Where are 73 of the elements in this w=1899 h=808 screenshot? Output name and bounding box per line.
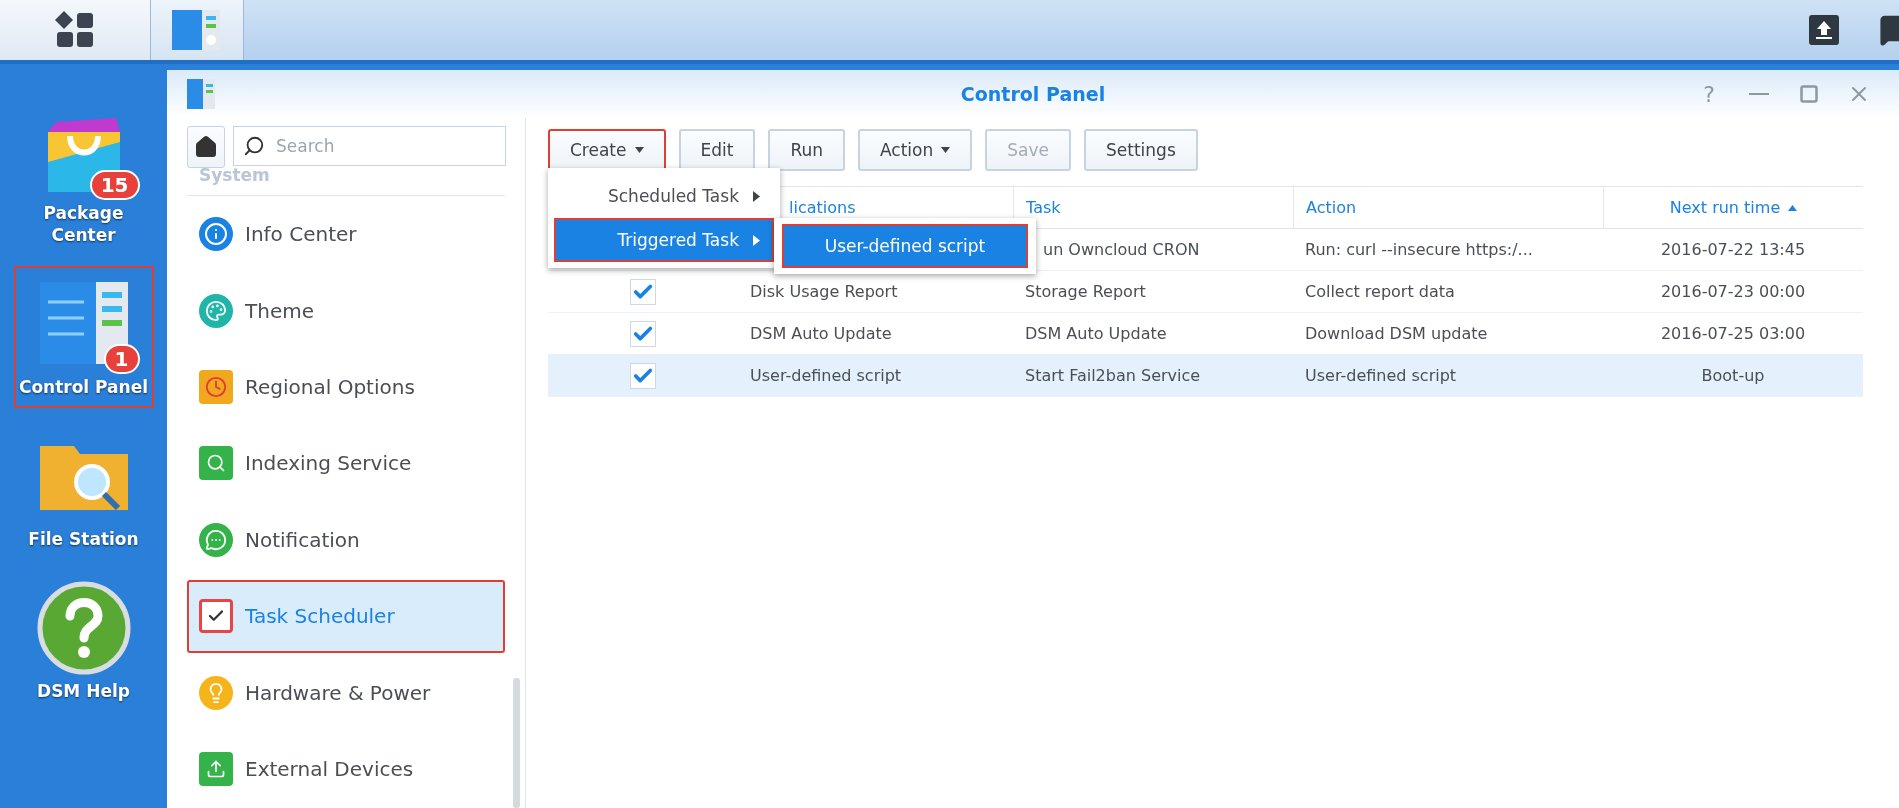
table-cell-text: Run: curl --insecure https:/...: [1304, 239, 1534, 261]
table-cell-text: 2016-07-25 03:00: [1659, 323, 1807, 345]
caret-icon: [634, 147, 644, 153]
notification-badge: 15: [89, 170, 140, 200]
notification-badge: 1: [103, 344, 140, 375]
sidebar-item[interactable]: External Devices: [187, 732, 505, 806]
desktop-icon-label: File Station: [28, 528, 139, 551]
table-cell-text: DSM Auto Update: [1024, 323, 1168, 345]
info-icon: [199, 217, 233, 252]
table-cell-text: Disk Usage Report: [749, 281, 899, 303]
table-cell-text: Download DSM update: [1304, 323, 1489, 345]
checkbox[interactable]: [630, 362, 656, 389]
window-title: Control Panel: [960, 83, 1106, 105]
main-menu-button[interactable]: [0, 0, 151, 60]
toolbar-button[interactable]: Edit: [678, 129, 756, 171]
desktop-shortcut[interactable]: 1 Control Panel: [13, 266, 154, 409]
sidebar-item[interactable]: Theme: [187, 273, 505, 348]
scrollbar[interactable]: [513, 678, 520, 808]
column-header[interactable]: Next run time: [1603, 187, 1863, 228]
home-button[interactable]: [187, 126, 225, 168]
desktop-icon-label: Package Center: [42, 202, 125, 247]
table-cell-text: 2016-07-23 00:00: [1659, 281, 1807, 303]
table-cell-text: un Owncloud CRON: [1042, 239, 1201, 261]
table-cell-text: Start Fail2ban Service: [1024, 365, 1202, 387]
caret-icon: [1788, 204, 1798, 211]
upload-icon[interactable]: [1809, 15, 1839, 45]
table-cell-text: 2016-07-22 13:45: [1659, 239, 1807, 261]
control-panel-icon: [187, 79, 215, 109]
toolbar-button[interactable]: Create: [548, 129, 666, 171]
control-panel-icon: [172, 8, 222, 52]
sidebar-item[interactable]: Regional Options: [187, 350, 505, 424]
desktop-shortcut[interactable]: File Station: [13, 418, 154, 561]
help-icon: [35, 580, 132, 677]
desktop-icon-label: DSM Help: [37, 680, 130, 703]
desktop-shortcut[interactable]: 15 Package Center: [13, 92, 154, 257]
sidebar-item[interactable]: Indexing Service: [187, 426, 505, 501]
table-cell-text: Collect report data: [1304, 281, 1456, 303]
home-icon: [194, 135, 218, 159]
control-panel-taskbar-button[interactable]: [151, 0, 244, 60]
submenu-arrow-icon: [753, 234, 760, 246]
table-cell-text: DSM Auto Update: [749, 323, 893, 345]
table-cell-text: User-defined script: [1304, 365, 1458, 387]
toolbar-button[interactable]: Run: [768, 129, 846, 171]
checkbox[interactable]: [630, 320, 656, 347]
column-header[interactable]: Action: [1293, 187, 1603, 228]
table-cell-text: Storage Report: [1024, 281, 1147, 303]
minimize-icon: [1749, 93, 1769, 95]
sidebar-item[interactable]: Info Center: [187, 197, 505, 271]
calendar-check-icon: [199, 599, 233, 634]
lightbulb-icon: [199, 675, 233, 710]
toolbar-button[interactable]: Action: [858, 129, 973, 171]
table-cell-text: User-defined script: [749, 365, 903, 387]
map-clock-icon: [199, 370, 233, 404]
table-cell-text: Boot-up: [1700, 365, 1766, 387]
sidebar-item[interactable]: Hardware & Power: [187, 656, 505, 730]
chat-bubble-icon: [199, 522, 233, 557]
maximize-icon: [1799, 84, 1819, 104]
grid-icon: [54, 11, 96, 49]
upload-device-icon: [199, 752, 233, 787]
caret-icon: [941, 147, 951, 153]
toolbar-button[interactable]: Settings: [1084, 129, 1198, 171]
search-field[interactable]: Search: [233, 126, 506, 166]
search-document-icon: [199, 446, 233, 481]
selected-row[interactable]: User-defined script Start Fail2ban Service User-defined script Boot-up: [548, 355, 1863, 397]
menu-item[interactable]: User-defined script: [782, 224, 1028, 268]
menu-item[interactable]: Triggered Task: [554, 218, 774, 262]
checkbox[interactable]: [630, 278, 656, 305]
desktop-shortcut[interactable]: DSM Help: [13, 570, 154, 713]
submenu-arrow-icon: [753, 190, 760, 202]
palette-icon: [199, 293, 233, 328]
sidebar-item[interactable]: Notification: [187, 503, 505, 577]
desktop-icon-label: Control Panel: [18, 376, 149, 399]
search-icon: [243, 135, 265, 157]
